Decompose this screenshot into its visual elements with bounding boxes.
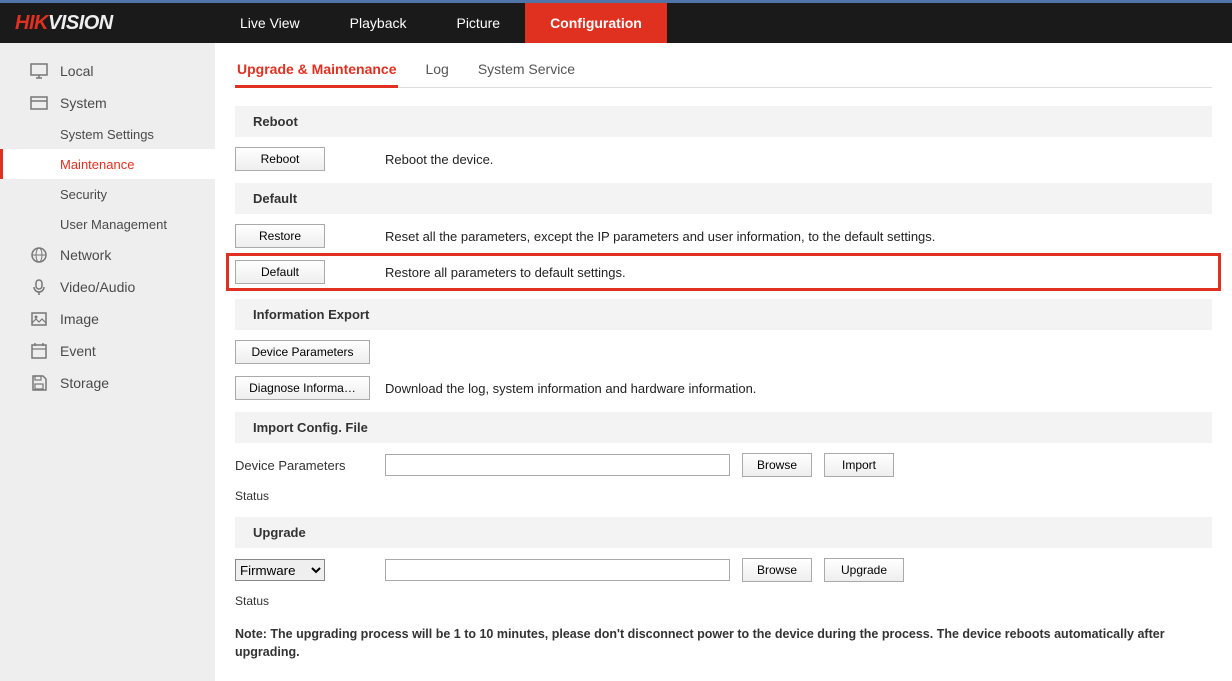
sidebar-item-local[interactable]: Local xyxy=(0,55,215,87)
nav-configuration[interactable]: Configuration xyxy=(525,3,667,43)
diagnose-info-button[interactable]: Diagnose Informa… xyxy=(235,376,370,400)
calendar-icon xyxy=(28,340,50,362)
content-area: Upgrade & Maintenance Log System Service… xyxy=(215,43,1232,681)
section-upgrade-header: Upgrade xyxy=(235,517,1212,548)
tab-system-service[interactable]: System Service xyxy=(476,53,577,87)
upgrade-button[interactable]: Upgrade xyxy=(824,558,904,582)
globe-icon xyxy=(28,244,50,266)
monitor-icon xyxy=(28,60,50,82)
section-info-export-header: Information Export xyxy=(235,299,1212,330)
sidebar-item-image[interactable]: Image xyxy=(0,303,215,335)
sidebar-label: System xyxy=(60,95,107,111)
upgrade-browse-button[interactable]: Browse xyxy=(742,558,812,582)
sidebar-item-storage[interactable]: Storage xyxy=(0,367,215,399)
device-parameters-button[interactable]: Device Parameters xyxy=(235,340,370,364)
default-highlight-box: Default Restore all parameters to defaul… xyxy=(226,253,1221,291)
logo-vision: VISION xyxy=(48,12,113,34)
save-icon xyxy=(28,372,50,394)
sidebar-sub-security[interactable]: Security xyxy=(0,179,215,209)
upgrade-type-select[interactable]: Firmware xyxy=(235,559,325,581)
logo: HIKVISION xyxy=(0,3,215,43)
restore-button[interactable]: Restore xyxy=(235,224,325,248)
section-reboot-header: Reboot xyxy=(235,106,1212,137)
section-default-header: Default xyxy=(235,183,1212,214)
system-icon xyxy=(28,92,50,114)
sidebar-label: Event xyxy=(60,343,96,359)
import-button[interactable]: Import xyxy=(824,453,894,477)
sidebar-label: Image xyxy=(60,311,99,327)
sidebar: Local System System Settings Maintenance… xyxy=(0,43,215,681)
nav-playback[interactable]: Playback xyxy=(325,3,432,43)
nav-picture[interactable]: Picture xyxy=(431,3,525,43)
sidebar-item-event[interactable]: Event xyxy=(0,335,215,367)
sidebar-label: Local xyxy=(60,63,93,79)
upgrade-note: Note: The upgrading process will be 1 to… xyxy=(235,626,1212,661)
sidebar-item-system[interactable]: System xyxy=(0,87,215,119)
diagnose-desc: Download the log, system information and… xyxy=(385,381,756,396)
mic-icon xyxy=(28,276,50,298)
tab-log[interactable]: Log xyxy=(423,53,450,87)
upgrade-path-input[interactable] xyxy=(385,559,730,581)
default-desc: Restore all parameters to default settin… xyxy=(385,265,626,280)
sidebar-label: Storage xyxy=(60,375,109,391)
sidebar-sub-user-management[interactable]: User Management xyxy=(0,209,215,239)
sidebar-item-network[interactable]: Network xyxy=(0,239,215,271)
sub-tabs: Upgrade & Maintenance Log System Service xyxy=(235,53,1212,88)
sidebar-sub-maintenance[interactable]: Maintenance xyxy=(0,149,215,179)
top-header: HIKVISION Live View Playback Picture Con… xyxy=(0,3,1232,43)
sidebar-item-video-audio[interactable]: Video/Audio xyxy=(0,271,215,303)
import-path-input[interactable] xyxy=(385,454,730,476)
import-label: Device Parameters xyxy=(235,458,385,473)
sidebar-sub-system-settings[interactable]: System Settings xyxy=(0,119,215,149)
upgrade-status-label: Status xyxy=(235,594,1212,608)
reboot-button[interactable]: Reboot xyxy=(235,147,325,171)
top-nav: Live View Playback Picture Configuration xyxy=(215,3,667,43)
import-browse-button[interactable]: Browse xyxy=(742,453,812,477)
image-icon xyxy=(28,308,50,330)
restore-desc: Reset all the parameters, except the IP … xyxy=(385,229,935,244)
logo-hik: HIK xyxy=(15,12,48,34)
reboot-desc: Reboot the device. xyxy=(385,152,493,167)
sidebar-label: Video/Audio xyxy=(60,279,135,295)
section-import-header: Import Config. File xyxy=(235,412,1212,443)
default-button[interactable]: Default xyxy=(235,260,325,284)
nav-live-view[interactable]: Live View xyxy=(215,3,325,43)
import-status-label: Status xyxy=(235,489,1212,503)
tab-upgrade-maintenance[interactable]: Upgrade & Maintenance xyxy=(235,53,398,88)
sidebar-label: Network xyxy=(60,247,111,263)
